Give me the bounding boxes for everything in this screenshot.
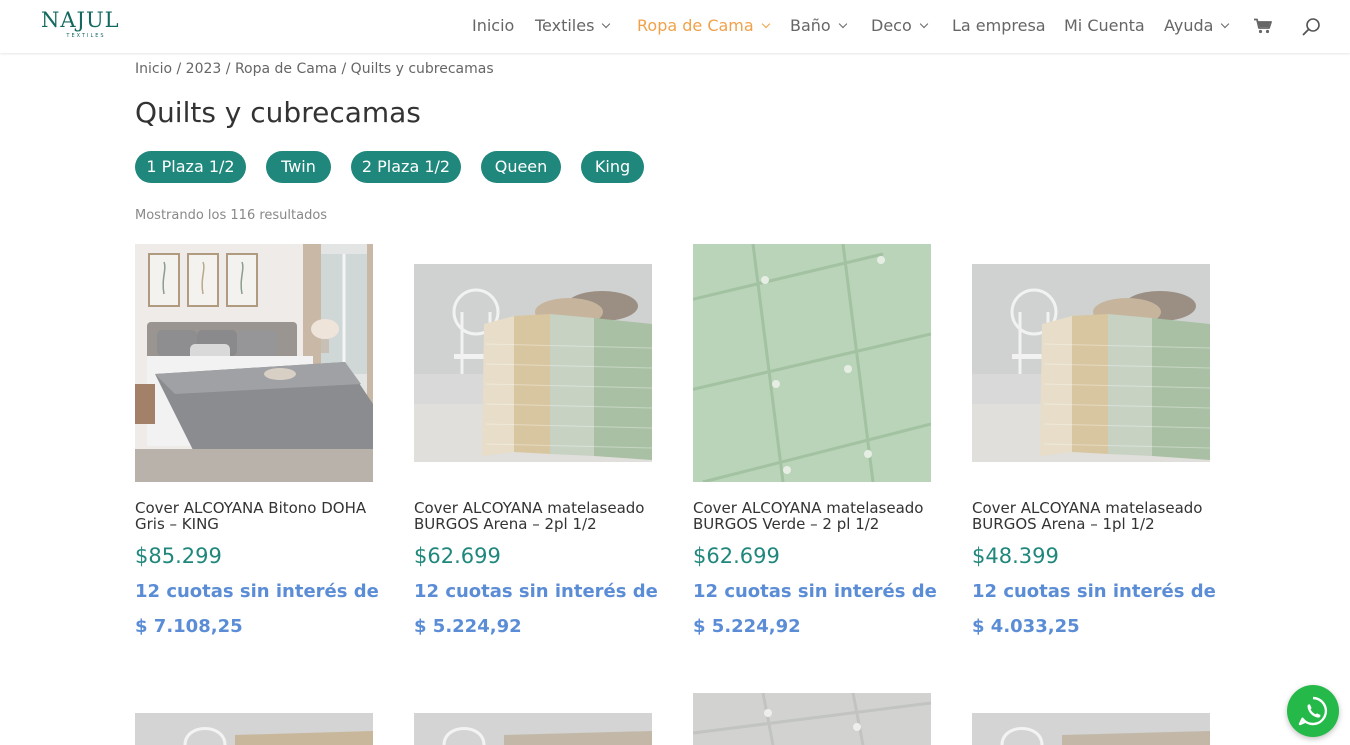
product-image-striped-quilt[interactable] bbox=[414, 264, 652, 462]
result-count: Mostrando los 116 resultados bbox=[135, 208, 328, 223]
product-title[interactable]: Cover ALCOYANA Bitono DOHA Gris – KING bbox=[135, 500, 375, 532]
breadcrumb-separator: / bbox=[337, 61, 351, 77]
product-image-partial[interactable] bbox=[972, 713, 1210, 745]
nav-item-label: Deco bbox=[871, 16, 912, 35]
filter-chip-queen[interactable]: Queen bbox=[481, 151, 561, 183]
site-header: NAJUL TEXTILES Inicio Textiles Ropa de C… bbox=[0, 0, 1350, 53]
chevron-down-icon bbox=[919, 19, 928, 29]
chevron-down-icon bbox=[761, 19, 770, 29]
chevron-down-icon bbox=[838, 19, 847, 29]
nav-item-mi-cuenta[interactable]: Mi Cuenta bbox=[1064, 16, 1145, 36]
breadcrumb-separator: / bbox=[172, 61, 186, 77]
nav-item-la-empresa[interactable]: La empresa bbox=[952, 16, 1046, 36]
product-card[interactable]: Cover ALCOYANA matelaseado BURGOS Verde … bbox=[693, 244, 937, 644]
installments-label: 12 cuotas sin interés de bbox=[414, 581, 658, 602]
cart-icon[interactable] bbox=[1254, 18, 1272, 34]
nav-item-deco[interactable]: Deco bbox=[871, 16, 928, 36]
product-image-green-quilted[interactable] bbox=[693, 244, 931, 482]
nav-item-ayuda[interactable]: Ayuda bbox=[1164, 16, 1230, 36]
installments-label: 12 cuotas sin interés de bbox=[972, 581, 1216, 602]
breadcrumb-link-2023[interactable]: 2023 bbox=[186, 61, 222, 77]
filter-chip-2-plaza[interactable]: 2 Plaza 1/2 bbox=[351, 151, 461, 183]
installment-amount: $ 4.033,25 bbox=[972, 616, 1080, 637]
product-title[interactable]: Cover ALCOYANA matelaseado BURGOS Arena … bbox=[972, 500, 1212, 532]
product-card[interactable] bbox=[693, 693, 933, 745]
breadcrumb-link-ropa-de-cama[interactable]: Ropa de Cama bbox=[235, 61, 337, 77]
search-icon[interactable] bbox=[1302, 17, 1321, 36]
breadcrumb-link-inicio[interactable]: Inicio bbox=[135, 61, 172, 77]
installments-label: 12 cuotas sin interés de bbox=[693, 581, 937, 602]
installments-label: 12 cuotas sin interés de bbox=[135, 581, 379, 602]
page-title: Quilts y cubrecamas bbox=[135, 96, 421, 129]
chevron-down-icon bbox=[602, 19, 611, 29]
nav-item-bano[interactable]: Baño bbox=[790, 16, 847, 36]
installment-amount: $ 5.224,92 bbox=[414, 616, 522, 637]
product-image-partial[interactable] bbox=[693, 693, 932, 745]
product-price: $62.699 bbox=[414, 544, 501, 568]
nav-item-label: Ropa de Cama bbox=[637, 16, 754, 35]
nav-item-label: Baño bbox=[790, 16, 831, 35]
green-quilted-texture-photo bbox=[693, 244, 931, 482]
product-card[interactable]: Cover ALCOYANA matelaseado BURGOS Arena … bbox=[414, 244, 658, 644]
breadcrumb-current: Quilts y cubrecamas bbox=[350, 61, 494, 77]
product-image-partial[interactable] bbox=[135, 713, 373, 745]
product-image-partial[interactable] bbox=[414, 713, 652, 745]
nav-item-textiles[interactable]: Textiles bbox=[535, 16, 611, 36]
main-nav: Inicio Textiles Ropa de Cama Baño Deco L… bbox=[0, 0, 1350, 53]
nav-item-label: Inicio bbox=[472, 16, 515, 35]
product-image-striped-quilt[interactable] bbox=[972, 264, 1210, 462]
whatsapp-icon bbox=[1298, 696, 1328, 726]
nav-item-label: Textiles bbox=[535, 16, 595, 35]
breadcrumb-separator: / bbox=[221, 61, 235, 77]
product-card[interactable]: Cover ALCOYANA matelaseado BURGOS Arena … bbox=[972, 244, 1216, 644]
product-card[interactable]: Cover ALCOYANA Bitono DOHA Gris – KING $… bbox=[135, 244, 379, 644]
nav-item-ropa-de-cama[interactable]: Ropa de Cama bbox=[637, 16, 770, 36]
filter-chip-1-plaza[interactable]: 1 Plaza 1/2 bbox=[135, 151, 246, 183]
product-card[interactable] bbox=[972, 713, 1212, 745]
whatsapp-chat-button[interactable] bbox=[1287, 685, 1339, 737]
filter-chip-king[interactable]: King bbox=[581, 151, 644, 183]
product-price: $48.399 bbox=[972, 544, 1059, 568]
chevron-down-icon bbox=[1221, 19, 1230, 29]
filter-chip-twin[interactable]: Twin bbox=[266, 151, 331, 183]
product-title[interactable]: Cover ALCOYANA matelaseado BURGOS Verde … bbox=[693, 500, 933, 532]
product-price: $62.699 bbox=[693, 544, 780, 568]
product-card[interactable] bbox=[414, 713, 654, 745]
product-title[interactable]: Cover ALCOYANA matelaseado BURGOS Arena … bbox=[414, 500, 654, 532]
installment-amount: $ 7.108,25 bbox=[135, 616, 243, 637]
bedroom-photo bbox=[135, 244, 373, 482]
nav-item-label: Mi Cuenta bbox=[1064, 16, 1145, 35]
striped-quilt-photo bbox=[972, 264, 1210, 462]
product-card[interactable] bbox=[135, 713, 375, 745]
installment-amount: $ 5.224,92 bbox=[693, 616, 801, 637]
nav-item-label: Ayuda bbox=[1164, 16, 1214, 35]
striped-quilt-photo bbox=[414, 264, 652, 462]
product-price: $85.299 bbox=[135, 544, 222, 568]
nav-item-inicio[interactable]: Inicio bbox=[472, 16, 514, 36]
breadcrumb: Inicio / 2023 / Ropa de Cama / Quilts y … bbox=[135, 61, 494, 77]
nav-item-label: La empresa bbox=[952, 16, 1046, 35]
product-image-grey-bedroom[interactable] bbox=[135, 244, 373, 482]
